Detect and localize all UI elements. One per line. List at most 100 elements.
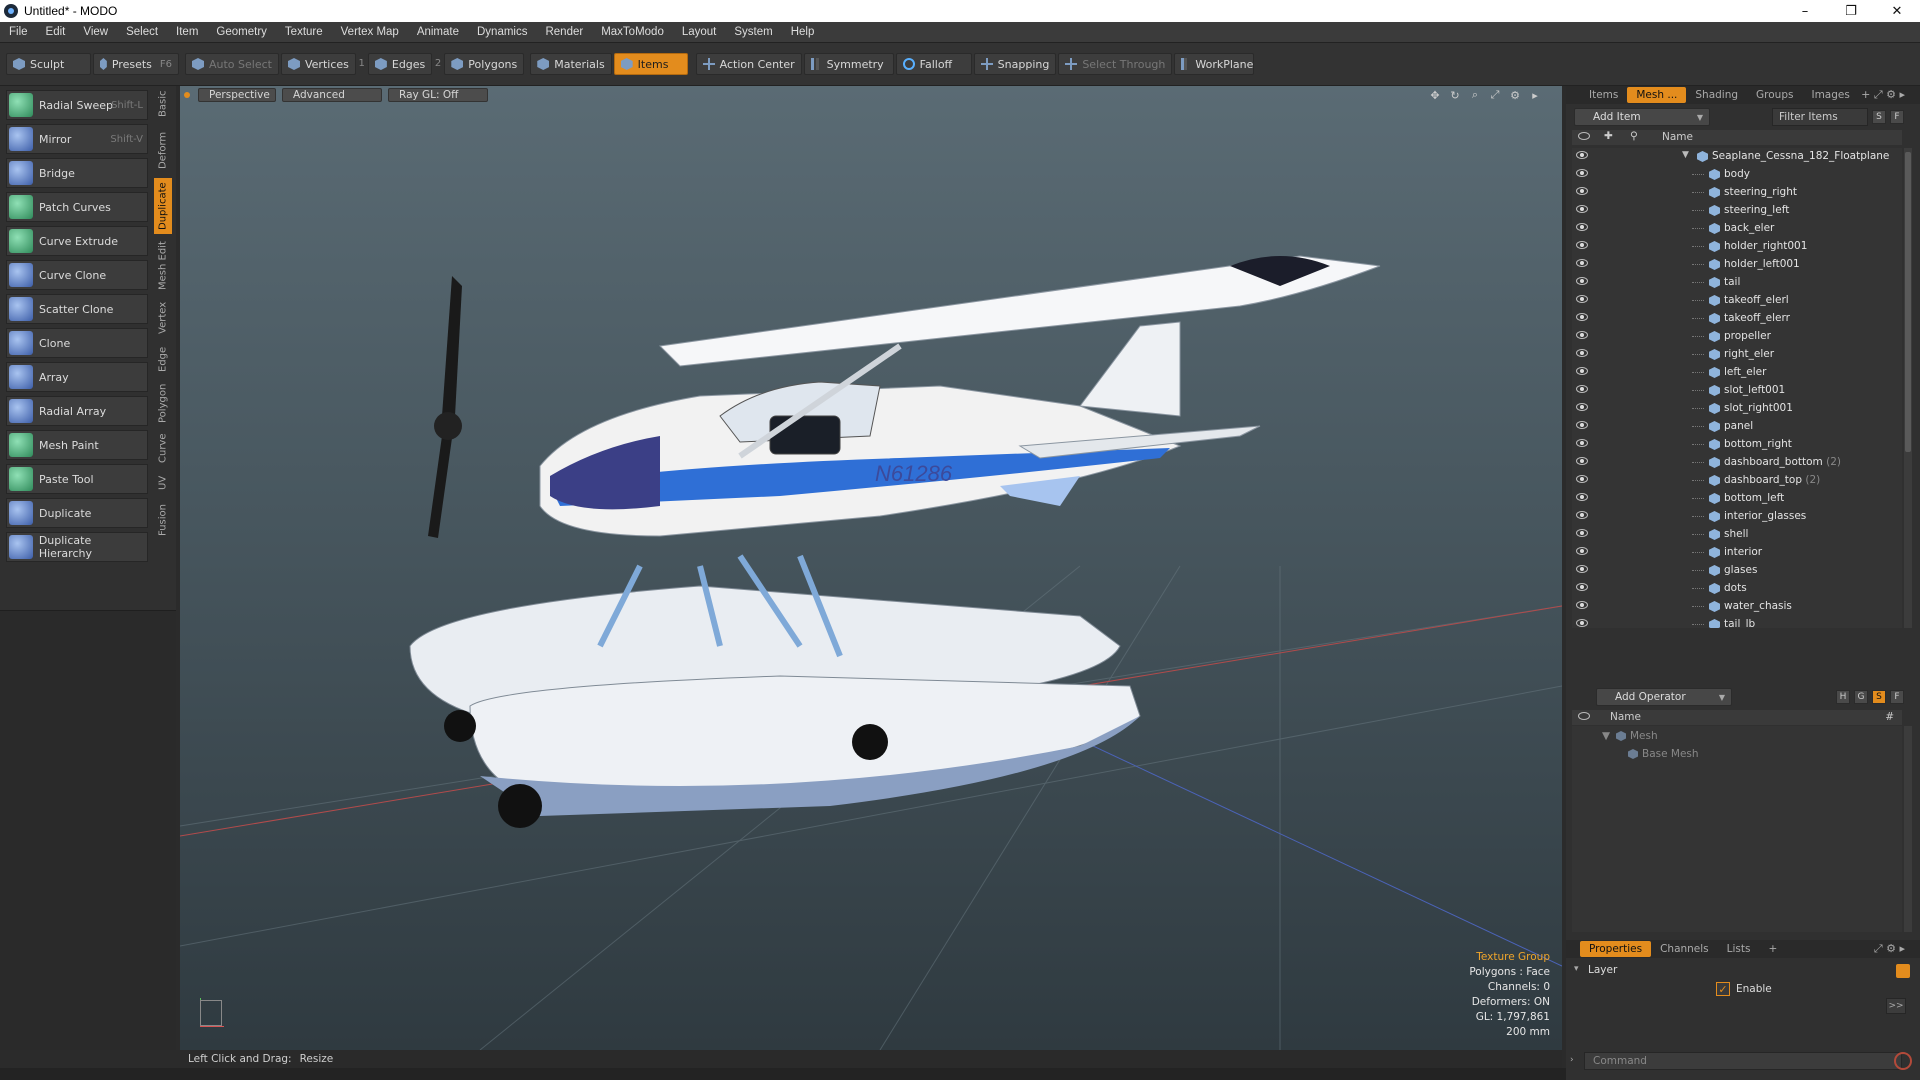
item-row[interactable]: dashboard_top (2) [1572, 472, 1902, 490]
properties-options-icon[interactable]: ⤢ ⚙ ▸ [1865, 941, 1914, 957]
tab-curve[interactable]: Curve [154, 430, 172, 466]
tab-properties[interactable]: Properties [1580, 941, 1652, 957]
visibility-eye-icon[interactable] [1576, 313, 1588, 321]
action-center-button[interactable]: Action Center [695, 53, 802, 75]
operator-row-base-mesh[interactable]: Base Mesh [1616, 748, 1916, 764]
tab-basic[interactable]: Basic [154, 86, 172, 122]
add-item-dropdown[interactable]: Add Item ▼ [1574, 108, 1710, 126]
radial-array-tool[interactable]: Radial Array [6, 396, 148, 426]
add-operator-dropdown[interactable]: Add Operator ▼ [1596, 688, 1732, 706]
item-row[interactable]: glases [1572, 562, 1902, 580]
sculpt-button[interactable]: Sculpt [6, 53, 91, 75]
close-button[interactable]: ✕ [1874, 0, 1920, 22]
item-row[interactable]: tail_lb [1572, 616, 1902, 628]
filter-items-input[interactable]: Filter Items [1772, 108, 1868, 126]
operator-list-scrollbar[interactable] [1904, 726, 1912, 932]
item-row[interactable]: steering_right [1572, 184, 1902, 202]
command-history-icon[interactable] [1894, 1052, 1912, 1070]
item-row[interactable]: slot_right001 [1572, 400, 1902, 418]
clone-tool[interactable]: Clone [6, 328, 148, 358]
visibility-eye-icon[interactable] [1576, 601, 1588, 609]
item-row[interactable]: interior [1572, 544, 1902, 562]
item-row[interactable]: right_eler [1572, 346, 1902, 364]
visibility-eye-icon[interactable] [1576, 259, 1588, 267]
tab-edge[interactable]: Edge [154, 342, 172, 376]
snapping-button[interactable]: Snapping [973, 53, 1057, 75]
item-row[interactable]: dashboard_bottom (2) [1572, 454, 1902, 472]
item-row[interactable]: holder_right001 [1572, 238, 1902, 256]
menu-item[interactable]: Item [167, 26, 207, 38]
curve-clone-tool[interactable]: Curve Clone [6, 260, 148, 290]
paste-tool[interactable]: Paste Tool [6, 464, 148, 494]
menu-system[interactable]: System [725, 26, 781, 38]
tab-fusion[interactable]: Fusion [154, 500, 172, 540]
visibility-eye-icon[interactable] [1576, 547, 1588, 555]
tab-deform[interactable]: Deform [154, 126, 172, 174]
op-h-button[interactable]: H [1836, 690, 1850, 704]
tab-mesh-edit[interactable]: Mesh Edit [154, 238, 172, 294]
menu-edit[interactable]: Edit [37, 26, 75, 38]
item-row[interactable]: back_eler [1572, 220, 1902, 238]
visibility-eye-icon[interactable] [1576, 367, 1588, 375]
tab-vertex[interactable]: Vertex [154, 298, 172, 338]
item-row[interactable]: dots [1572, 580, 1902, 598]
visibility-eye-icon[interactable] [1576, 295, 1588, 303]
tab-groups[interactable]: Groups [1747, 87, 1802, 103]
menu-file[interactable]: File [0, 26, 37, 38]
operator-row-mesh[interactable]: ▼ Mesh [1602, 730, 1902, 746]
item-row[interactable]: takeoff_elerr [1572, 310, 1902, 328]
presets-button[interactable]: Presets F6 [93, 53, 179, 75]
menu-layout[interactable]: Layout [673, 26, 726, 38]
tab-shading[interactable]: Shading [1686, 87, 1747, 103]
item-row[interactable]: interior_glasses [1572, 508, 1902, 526]
advanced-button[interactable]: Advanced [282, 88, 382, 102]
scrollbar-thumb[interactable] [1905, 152, 1911, 452]
tab-mesh[interactable]: Mesh ... [1627, 87, 1687, 103]
tab-images[interactable]: Images [1802, 87, 1858, 103]
curve-extrude-tool[interactable]: Curve Extrude [6, 226, 148, 256]
add-tab-button[interactable]: + [1759, 941, 1786, 957]
op-g-button[interactable]: G [1854, 690, 1868, 704]
tab-uv[interactable]: UV [154, 470, 172, 496]
ray-gl-button[interactable]: Ray GL: Off [388, 88, 488, 102]
panel-options-icon[interactable]: + ⤢ ⚙ ▸ [1852, 87, 1914, 103]
mesh-paint-tool[interactable]: Mesh Paint [6, 430, 148, 460]
symmetry-button[interactable]: Symmetry [803, 53, 894, 75]
tab-duplicate[interactable]: Duplicate [154, 178, 172, 234]
op-s-button[interactable]: S [1872, 690, 1886, 704]
menu-texture[interactable]: Texture [276, 26, 332, 38]
materials-button[interactable]: Materials [530, 53, 612, 75]
item-row[interactable]: propeller [1572, 328, 1902, 346]
item-row[interactable]: steering_left [1572, 202, 1902, 220]
visibility-eye-icon[interactable] [1576, 529, 1588, 537]
item-row[interactable]: bottom_right [1572, 436, 1902, 454]
visibility-eye-icon[interactable] [1576, 565, 1588, 573]
item-row[interactable]: bottom_left [1572, 490, 1902, 508]
menu-animate[interactable]: Animate [408, 26, 468, 38]
visibility-eye-icon[interactable] [1576, 457, 1588, 465]
menu-help[interactable]: Help [782, 26, 824, 38]
item-row[interactable]: holder_left001 [1572, 256, 1902, 274]
enable-checkbox[interactable]: ✓ [1716, 982, 1730, 996]
visibility-eye-icon[interactable] [1576, 331, 1588, 339]
item-row[interactable]: panel [1572, 418, 1902, 436]
visibility-eye-icon[interactable] [1576, 439, 1588, 447]
viewport-settings-icon[interactable]: ⚙ [1508, 88, 1522, 102]
visibility-eye-icon[interactable] [1576, 169, 1588, 177]
item-row[interactable]: shell [1572, 526, 1902, 544]
zoom-icon[interactable]: ⌕ [1468, 88, 1482, 102]
visibility-eye-icon[interactable] [1576, 493, 1588, 501]
patch-curves-tool[interactable]: Patch Curves [6, 192, 148, 222]
pan-icon[interactable]: ✥ [1428, 88, 1442, 102]
visibility-eye-icon[interactable] [1576, 583, 1588, 591]
mirror-tool[interactable]: Mirror Shift-V [6, 124, 148, 154]
maximize-button[interactable]: ❐ [1828, 0, 1874, 22]
visibility-eye-icon[interactable] [1576, 475, 1588, 483]
item-row[interactable]: tail [1572, 274, 1902, 292]
op-f-button[interactable]: F [1890, 690, 1904, 704]
edges-button[interactable]: Edges 2 [367, 53, 441, 75]
visibility-eye-icon[interactable] [1576, 403, 1588, 411]
item-list-scrollbar[interactable] [1904, 148, 1912, 628]
command-input[interactable]: Command [1584, 1052, 1902, 1070]
item-root[interactable]: ▼ Seaplane_Cessna_182_Floatplane [1572, 148, 1902, 166]
